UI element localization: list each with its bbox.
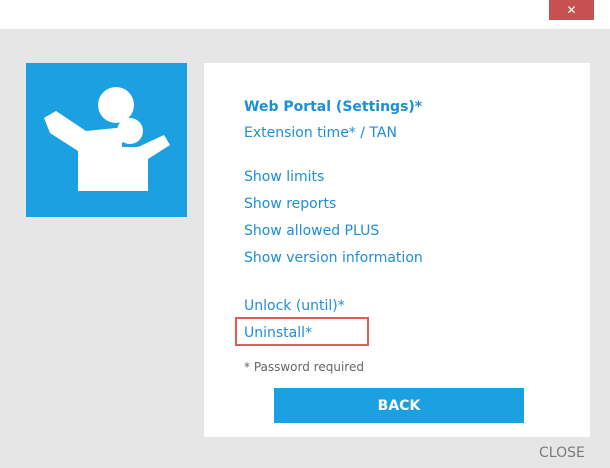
family-icon	[44, 87, 170, 191]
uninstall-link[interactable]: Uninstall*	[244, 324, 312, 342]
extension-time-link[interactable]: Extension time* / TAN	[244, 124, 397, 142]
unlock-link[interactable]: Unlock (until)*	[244, 297, 345, 315]
show-version-link[interactable]: Show version information	[244, 249, 423, 267]
password-note: * Password required	[244, 360, 364, 374]
title-bar: ✕	[0, 0, 610, 29]
close-link[interactable]: CLOSE	[539, 444, 585, 462]
window-close-button[interactable]: ✕	[549, 0, 594, 20]
app-logo	[26, 63, 187, 217]
back-button[interactable]: BACK	[274, 388, 524, 423]
menu-panel: Web Portal (Settings)* Extension time* /…	[204, 63, 590, 437]
web-portal-link[interactable]: Web Portal (Settings)*	[244, 98, 422, 116]
show-limits-link[interactable]: Show limits	[244, 168, 324, 186]
show-reports-link[interactable]: Show reports	[244, 195, 336, 213]
show-allowed-plus-link[interactable]: Show allowed PLUS	[244, 222, 379, 240]
